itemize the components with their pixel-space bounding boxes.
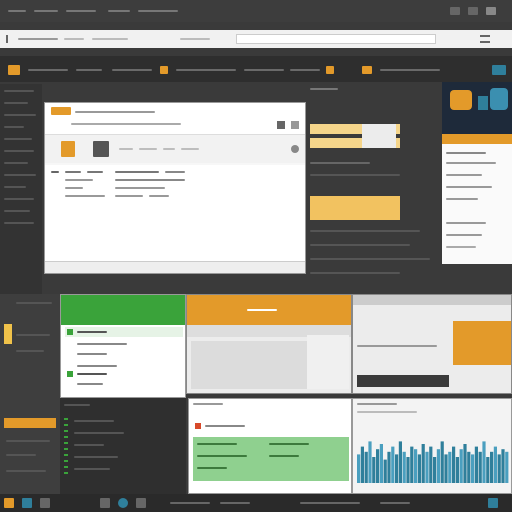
chart-bar [391,446,395,483]
chart-bar [452,446,456,483]
star-icon[interactable] [326,66,334,74]
chart-bar [459,449,463,483]
bookmark-icon[interactable] [160,66,168,74]
chart-bar [486,457,490,483]
chart-window [352,294,512,394]
app-logo-icon [51,107,71,115]
chart-bar [444,454,448,483]
chart-bar [364,451,368,483]
chart-bar [505,451,509,483]
hero-image [442,82,512,134]
chart-bar [436,449,440,483]
chart-bar [372,457,376,483]
profile-icon[interactable] [492,65,506,75]
minimize-button[interactable] [450,7,460,15]
dialog-toolbar [45,135,305,163]
chart-bar [490,451,494,483]
chart-bar [417,454,421,483]
green-check-icon [67,329,73,335]
menu-strip [8,7,208,15]
window-controls [446,4,508,18]
bar-chart [357,441,509,483]
taskbar [0,494,512,512]
taskbar-app-1[interactable] [22,498,32,508]
doc-icon[interactable] [93,141,109,157]
red-flag-icon [195,423,201,429]
taskbar-app-2[interactable] [40,498,50,508]
toolbar [0,56,512,82]
start-icon[interactable] [4,498,14,508]
chart-bar [406,457,410,483]
close-icon[interactable] [277,121,285,129]
chart-bar [398,441,402,483]
dialog-header [45,103,305,135]
green-list-window [60,294,186,398]
chart-bar [421,444,425,483]
chart-bar [368,441,372,483]
chart-bar [467,451,471,483]
address-bar [0,30,512,48]
chart-bar [455,457,459,483]
chart-bar [463,444,467,483]
chart-bar [478,451,482,483]
bar-chart-window [352,398,512,494]
chart-bar [429,446,433,483]
chart-bar [360,446,364,483]
chart-bar [433,457,437,483]
chart-bar [493,446,497,483]
chart-bar [482,441,486,483]
dialog-body [45,165,305,273]
chart-bar [402,451,406,483]
orange-banner [310,196,400,220]
bottom-left-panel [0,294,60,494]
chart-bar [395,454,399,483]
chart-bar [357,454,361,483]
chart-bar [474,446,478,483]
home-icon[interactable] [8,65,20,75]
gear-icon[interactable] [291,145,299,153]
maximize-button[interactable] [468,7,478,15]
right-middle-panel [306,84,440,294]
chart-bar [410,446,414,483]
left-sidebar [0,84,42,294]
chart-bar [425,451,429,483]
orange-header-window [186,294,352,394]
taskbar-app-3[interactable] [100,498,110,508]
chart-bar [440,441,444,483]
extension-icon[interactable] [362,66,372,74]
chart-bar [471,454,475,483]
taskbar-app-4[interactable] [118,498,128,508]
url-field[interactable] [236,34,436,44]
chart-bar [379,444,383,483]
help-icon[interactable] [291,121,299,129]
chart-bar [501,449,505,483]
dialog-footer [45,261,305,273]
back-icon[interactable] [6,35,12,43]
green-table-window [188,398,352,494]
taskbar-app-5[interactable] [136,498,146,508]
main-dialog [44,102,306,274]
chart-bar [376,449,380,483]
menu-icon[interactable] [480,35,490,43]
folder-icon[interactable] [61,141,75,157]
tray-icon[interactable] [488,498,498,508]
chart-bar [383,459,387,483]
chart-bar [497,454,501,483]
chart-bar [448,451,452,483]
title-bar [0,0,512,22]
green-check-icon [67,371,73,377]
chart-bar [414,449,418,483]
warning-icon [4,324,12,344]
terminal-panel [60,398,186,494]
right-image-panel [442,82,512,264]
chart-bar [387,451,391,483]
close-button[interactable] [486,7,496,15]
